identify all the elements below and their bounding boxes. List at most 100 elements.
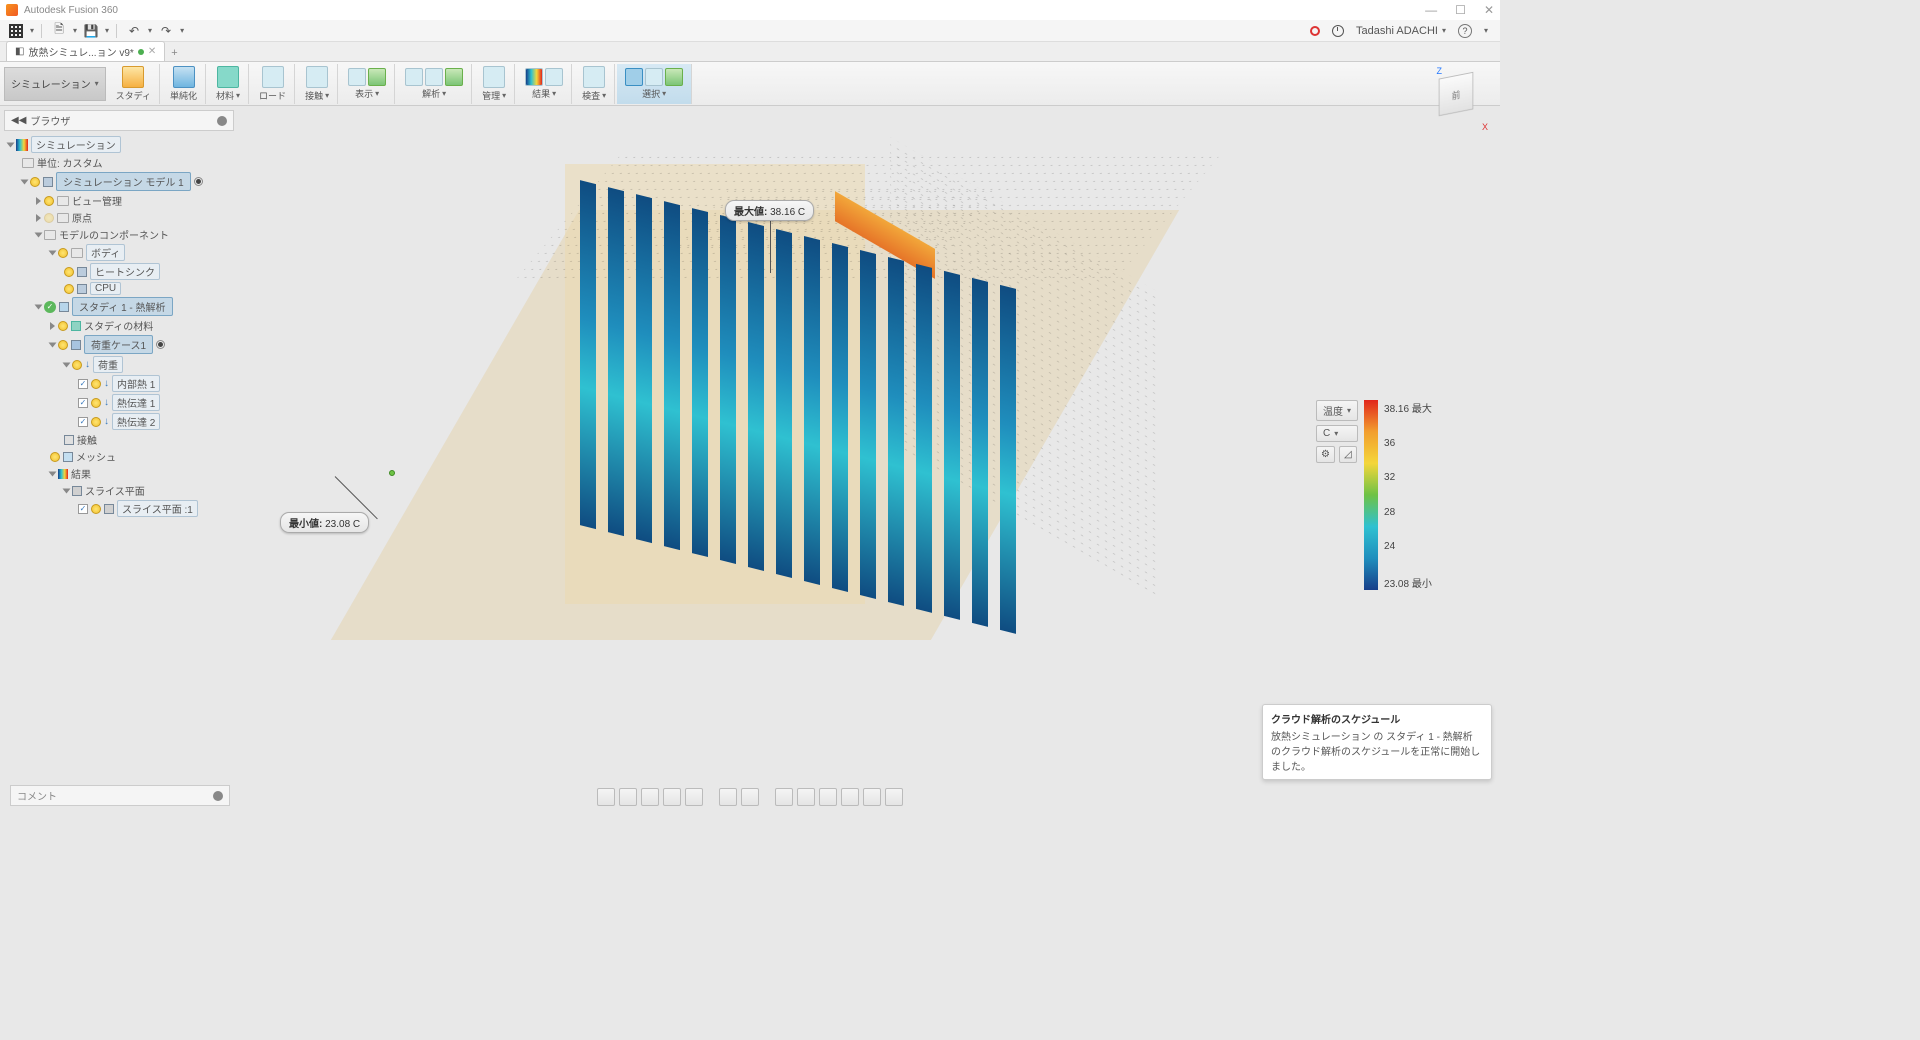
ribbon-results[interactable]: 結果▾ xyxy=(517,64,572,104)
sim-icon xyxy=(16,139,28,151)
user-menu[interactable]: Tadashi ADACHI▾ xyxy=(1356,25,1446,37)
record-icon[interactable] xyxy=(1310,26,1320,36)
document-tab[interactable]: ◧ 放熱シミュレ...ョン v9* ✕ xyxy=(6,41,165,61)
ribbon-simplify[interactable]: 単純化 xyxy=(162,64,206,104)
legend-unit-select[interactable]: C▾ xyxy=(1316,425,1358,442)
legend-quantity-select[interactable]: 温度▾ xyxy=(1316,400,1358,421)
active-radio-icon[interactable] xyxy=(156,340,165,349)
document-tab-strip: ◧ 放熱シミュレ...ョン v9* ✕ + xyxy=(0,42,1500,62)
materials-icon xyxy=(217,66,239,88)
vis6-button[interactable] xyxy=(885,788,903,806)
check-icon xyxy=(445,68,463,86)
tree-study1[interactable]: ✓スタディ 1 - 熱解析 xyxy=(4,296,234,317)
zoom-button[interactable] xyxy=(641,788,659,806)
vis4-button[interactable] xyxy=(841,788,859,806)
study-icon xyxy=(122,66,144,88)
ruler-icon xyxy=(583,66,605,88)
browser-header[interactable]: ◀◀ ブラウザ xyxy=(4,110,234,131)
collapse-icon[interactable]: ◀◀ xyxy=(11,115,26,126)
vis1-button[interactable] xyxy=(775,788,793,806)
tree-model-comp[interactable]: モデルのコンポーネント xyxy=(4,226,234,243)
ribbon-manage[interactable]: 管理▾ xyxy=(474,64,515,104)
workspace-switcher[interactable]: シミュレーション▾ xyxy=(4,67,106,101)
save-button[interactable]: 💾 xyxy=(81,22,101,40)
saved-indicator-icon xyxy=(138,49,144,55)
ribbon-study[interactable]: スタディ xyxy=(108,64,160,104)
ribbon-solve[interactable]: 解析▾ xyxy=(397,64,472,104)
tree-root[interactable]: シミュレーション xyxy=(4,135,234,154)
vis2-button[interactable] xyxy=(797,788,815,806)
notification-toast[interactable]: クラウド解析のスケジュール 放熱シミュレーション の スタディ 1 - 熱解析 … xyxy=(1262,704,1492,780)
quick-access-toolbar: ▾ 🗎▾ 💾▾ ↶▾ ↷▾ Tadashi ADACHI▾ ?▾ xyxy=(0,20,1500,42)
tree-body[interactable]: ボディ xyxy=(4,243,234,262)
results-icon xyxy=(58,469,68,479)
ribbon-load[interactable]: ロード xyxy=(251,64,295,104)
cube-icon[interactable]: 前 xyxy=(1439,72,1474,116)
gear-icon[interactable] xyxy=(217,116,227,126)
tree-contacts[interactable]: 接触 xyxy=(4,431,234,448)
contour-icon xyxy=(525,68,543,86)
legend-deform-button[interactable]: ◿ xyxy=(1339,446,1357,463)
job-status-icon[interactable] xyxy=(1332,25,1344,37)
vis5-button[interactable] xyxy=(863,788,881,806)
tree-sliceplane[interactable]: スライス平面 xyxy=(4,482,234,499)
redo-button[interactable]: ↷ xyxy=(156,22,176,40)
help-button[interactable]: ? xyxy=(1458,24,1472,38)
tree-heatsink[interactable]: ヒートシンク xyxy=(4,262,234,281)
display-mode-button[interactable] xyxy=(719,788,737,806)
layout-button[interactable] xyxy=(741,788,759,806)
app-menu-button[interactable] xyxy=(6,22,26,40)
vis3-button[interactable] xyxy=(819,788,837,806)
gear-icon[interactable] xyxy=(213,791,223,801)
load-icon xyxy=(262,66,284,88)
view-cube[interactable]: Z 前 X xyxy=(1436,74,1486,124)
ribbon-contact[interactable]: 接触▾ xyxy=(297,64,338,104)
ribbon-materials[interactable]: 材料▾ xyxy=(208,64,249,104)
folder-icon xyxy=(22,158,34,168)
tree-intheat1[interactable]: ✓↓内部熱 1 xyxy=(4,374,234,393)
tree-origin[interactable]: 原点 xyxy=(4,209,234,226)
ribbon-select[interactable]: 選択▾ xyxy=(617,64,692,104)
tree-results[interactable]: 結果 xyxy=(4,465,234,482)
app-logo-icon xyxy=(6,4,18,16)
close-button[interactable]: ✕ xyxy=(1484,3,1494,17)
active-radio-icon[interactable] xyxy=(194,177,203,186)
minimize-button[interactable]: — xyxy=(1425,3,1437,17)
tree-loads[interactable]: ↓荷重 xyxy=(4,355,234,374)
comment-bar[interactable]: コメント xyxy=(10,785,230,806)
tree-sliceplane1[interactable]: ✓スライス平面 :1 xyxy=(4,499,234,518)
tree-study-materials[interactable]: スタディの材料 xyxy=(4,317,234,334)
maximize-button[interactable]: ☐ xyxy=(1455,3,1466,17)
result-legend: 温度▾ C▾ ⚙ ◿ 38.16 最大 36 32 28 24 23.08 最小 xyxy=(1316,400,1486,590)
mesh-icon xyxy=(405,68,423,86)
ribbon-display[interactable]: 表示▾ xyxy=(340,64,395,104)
probe-min-tag[interactable]: 最小値: 23.08 C xyxy=(280,512,369,533)
tree-loadcase1[interactable]: 荷重ケース1 xyxy=(4,334,234,355)
probe-max-tag[interactable]: 最大値: 38.16 C xyxy=(725,200,814,221)
tree-conv2[interactable]: ✓↓熱伝達 2 xyxy=(4,412,234,431)
new-button[interactable]: 🗎 xyxy=(49,22,69,40)
new-tab-button[interactable]: + xyxy=(165,45,183,61)
panel-icon: ◧ xyxy=(15,46,24,57)
color-bar[interactable] xyxy=(1364,400,1378,590)
ribbon-inspect[interactable]: 検査▾ xyxy=(574,64,615,104)
close-tab-icon[interactable]: ✕ xyxy=(148,46,156,57)
viewport-3d[interactable]: 最大値: 38.16 C 最小値: 23.08 C xyxy=(250,120,1300,752)
slice-icon xyxy=(72,486,82,496)
tree-view-mgr[interactable]: ビュー管理 xyxy=(4,192,234,209)
lookat-button[interactable] xyxy=(685,788,703,806)
legend-settings-button[interactable]: ⚙ xyxy=(1316,446,1335,463)
tree-cpu[interactable]: CPU xyxy=(4,281,234,296)
fit-button[interactable] xyxy=(663,788,681,806)
tree-mesh[interactable]: メッシュ xyxy=(4,448,234,465)
tree-units[interactable]: 単位: カスタム xyxy=(4,154,234,171)
checkbox-icon[interactable]: ✓ xyxy=(78,379,88,389)
material-icon xyxy=(71,321,81,331)
tree-conv1[interactable]: ✓↓熱伝達 1 xyxy=(4,393,234,412)
pan-button[interactable] xyxy=(619,788,637,806)
tree-sim-model[interactable]: シミュレーション モデル 1 xyxy=(4,171,234,192)
title-bar: Autodesk Fusion 360 — ☐ ✕ xyxy=(0,0,1500,20)
undo-button[interactable]: ↶ xyxy=(124,22,144,40)
orbit-button[interactable] xyxy=(597,788,615,806)
bulb-icon xyxy=(30,177,40,187)
